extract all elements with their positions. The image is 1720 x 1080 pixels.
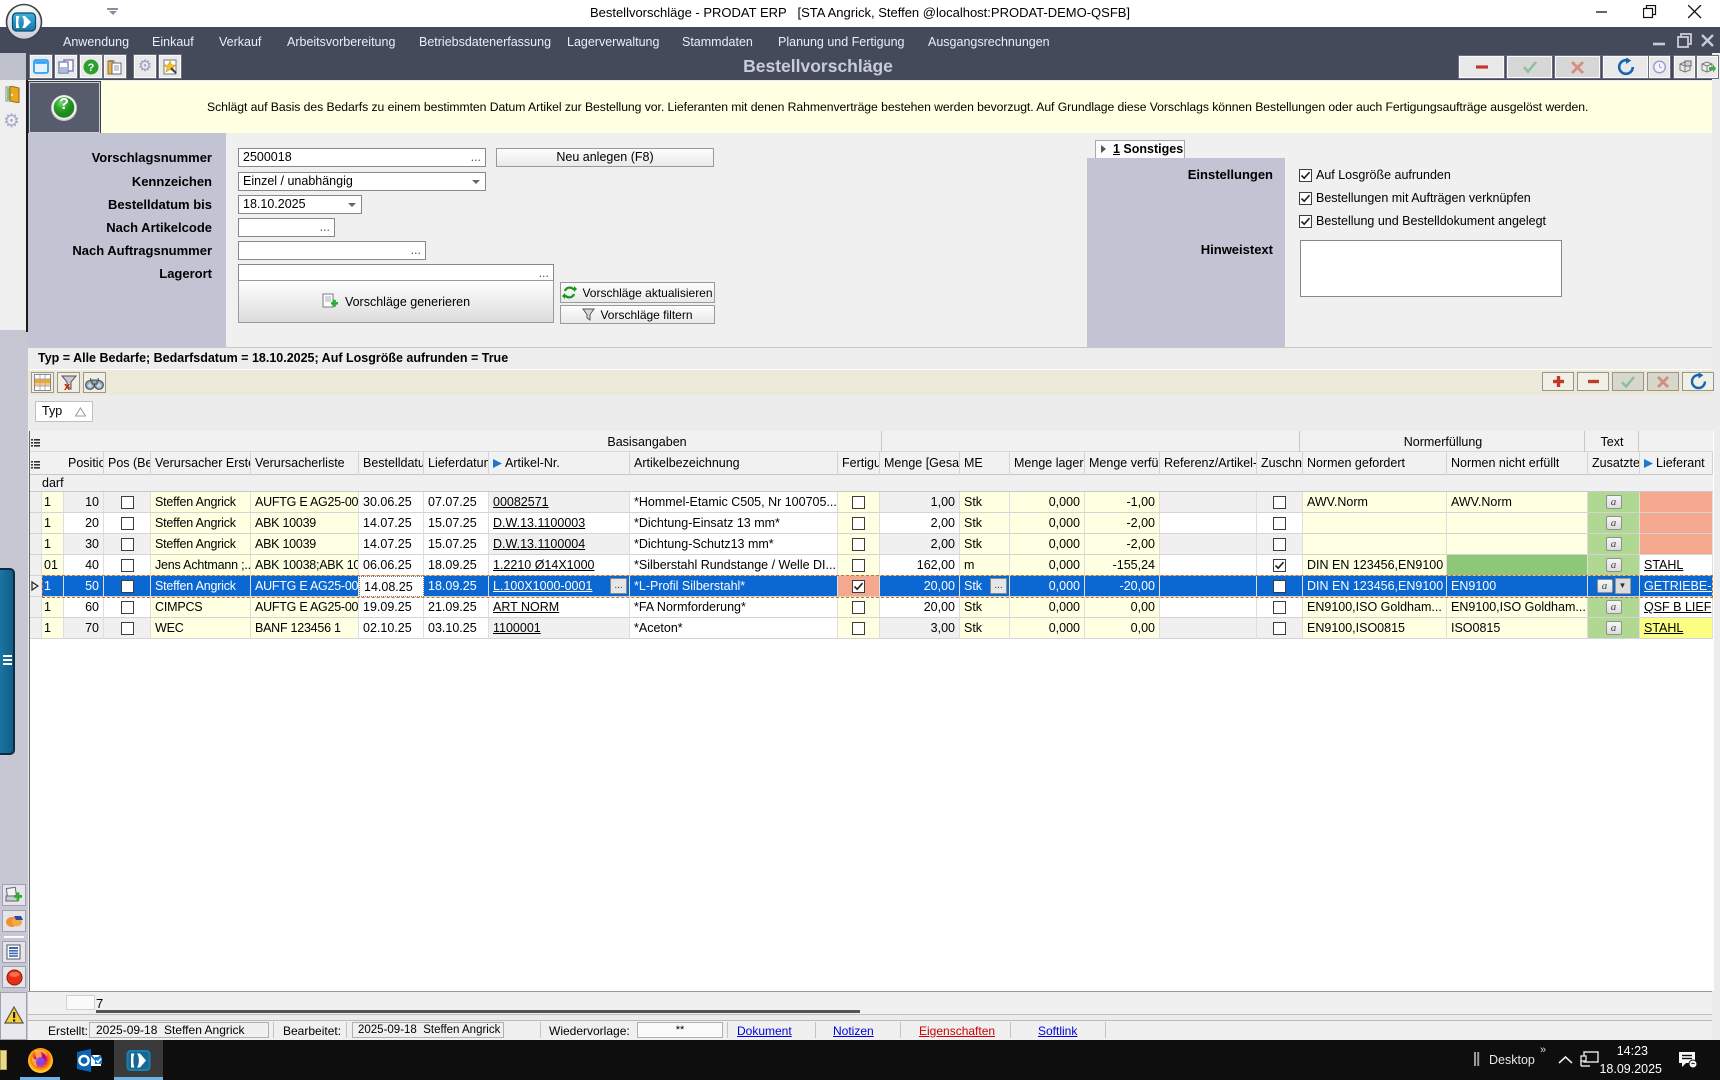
svg-text:x: x (64, 381, 71, 392)
svg-text:?: ? (88, 62, 95, 74)
